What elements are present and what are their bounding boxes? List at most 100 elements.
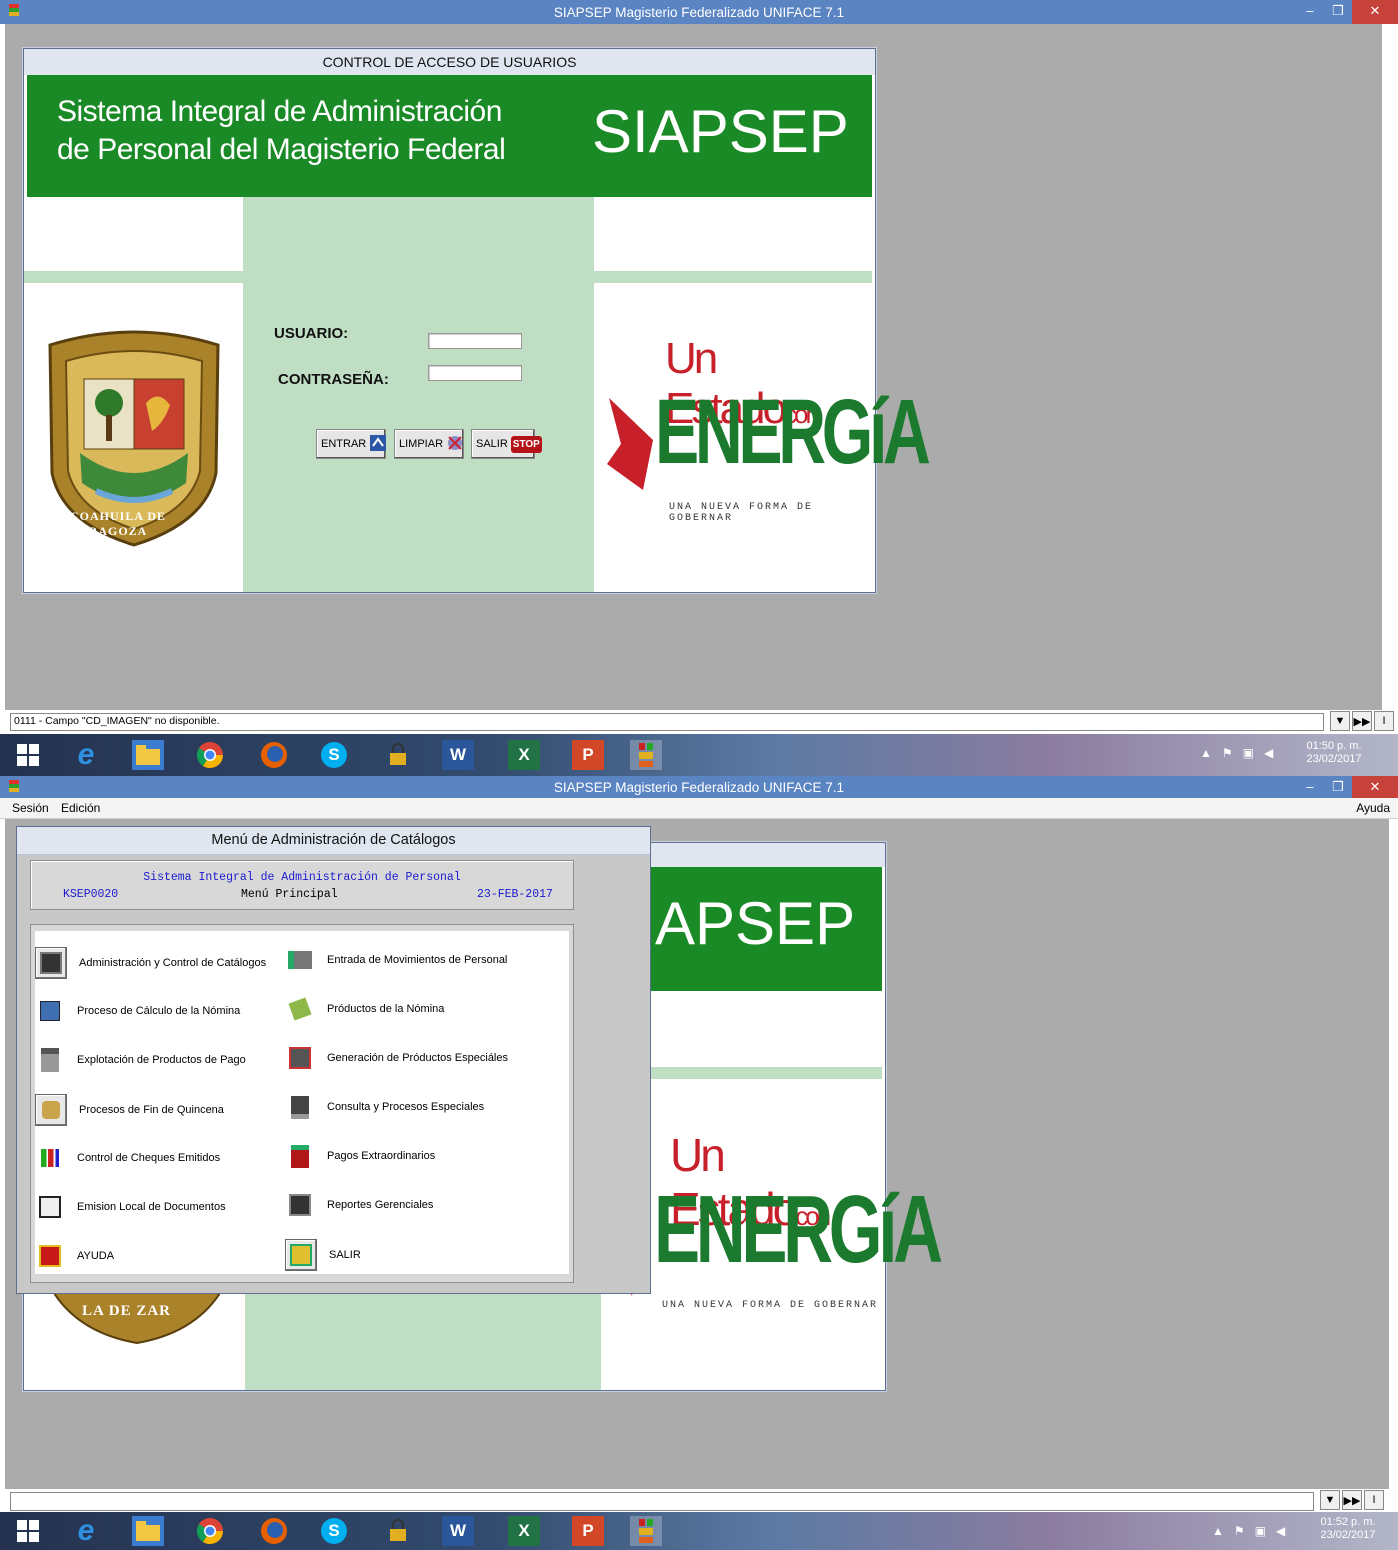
- limpiar-icon: [446, 434, 464, 455]
- menu-item-reportes-gerenciales[interactable]: Reportes Gerenciales: [285, 1190, 433, 1220]
- dialog-header-box: Sistema Integral de Administración de Pe…: [30, 860, 574, 910]
- excel-icon-2[interactable]: X: [508, 1516, 540, 1546]
- close-button[interactable]: ✕: [1352, 0, 1398, 24]
- menu-item-emision-documentos[interactable]: Emision Local de Documentos: [35, 1192, 226, 1222]
- windows-start-icon-2[interactable]: [12, 1516, 44, 1546]
- tray-clock-2[interactable]: 01:52 p. m. 23/02/2017: [1312, 1516, 1384, 1542]
- menu-label-right-3: Consulta y Procesos Especiales: [327, 1101, 485, 1113]
- documents-icon: [35, 1192, 65, 1222]
- catalog-admin-icon: [35, 947, 67, 979]
- internet-explorer-icon[interactable]: e: [70, 738, 102, 771]
- file-explorer-icon[interactable]: [132, 740, 164, 770]
- menu-label-right-6: SALIR: [329, 1249, 361, 1261]
- menu-item-productos-especiales[interactable]: Generación de Próductos Especiáles: [285, 1043, 508, 1073]
- menu-edicion[interactable]: Edición: [61, 801, 100, 815]
- minimize-button-2[interactable]: –: [1296, 776, 1324, 798]
- coahuila-seal: COAHUILA DE ZARAGOZA: [36, 323, 232, 549]
- close-button-2[interactable]: ✕: [1352, 776, 1398, 798]
- window2-titlebar: SIAPSEP Magisterio Federalizado UNIFACE …: [0, 776, 1398, 798]
- salir-button[interactable]: SALIR STOP: [471, 429, 542, 459]
- entrar-label: ENTRAR: [321, 438, 367, 450]
- clock-time: 01:50 p. m.: [1306, 740, 1362, 752]
- status-bar-2: [10, 1492, 1314, 1511]
- minimize-button[interactable]: –: [1296, 0, 1324, 24]
- menu-label-left-5: Emision Local de Documentos: [77, 1201, 226, 1213]
- computer-icon: [285, 1092, 315, 1122]
- windows-start-icon[interactable]: [12, 740, 44, 770]
- excel-icon[interactable]: X: [508, 740, 540, 770]
- bg-seal-fragment: LA DE ZAR: [52, 1292, 222, 1345]
- lock-app-icon[interactable]: [382, 740, 414, 770]
- file-explorer-icon-2[interactable]: [132, 1516, 164, 1546]
- bg-seal-text: LA DE ZAR: [82, 1303, 172, 1319]
- menu-sesion[interactable]: Sesión: [12, 801, 49, 815]
- login-form-title: CONTROL DE ACCESO DE USUARIOS: [24, 49, 875, 75]
- entrar-icon: [369, 434, 387, 455]
- menu-ayuda[interactable]: Ayuda: [1356, 801, 1390, 815]
- menu-item-pagos-extraordinarios[interactable]: Pagos Extraordinarios: [285, 1141, 435, 1171]
- entrar-button[interactable]: ENTRAR: [316, 429, 387, 459]
- menu-item-entrada-movimientos[interactable]: Entrada de Movimientos de Personal: [285, 945, 507, 975]
- powerpoint-icon[interactable]: P: [572, 740, 604, 770]
- menu-item-explotacion-pago[interactable]: Explotación de Productos de Pago: [35, 1045, 246, 1075]
- slogan-red-arrow: [607, 398, 653, 490]
- powerpoint-icon-2[interactable]: P: [572, 1516, 604, 1546]
- menu-label-left-3: Procesos de Fin de Quincena: [79, 1104, 224, 1116]
- fast-forward-button[interactable]: ▶▶: [1352, 711, 1372, 731]
- fast-forward-button-2[interactable]: ▶▶: [1342, 1490, 1362, 1510]
- usuario-input[interactable]: [428, 333, 522, 349]
- menu-item-salir[interactable]: SALIR: [285, 1239, 361, 1271]
- password-input[interactable]: [428, 365, 522, 381]
- bg-slogan-logo: Un Estadocon ENERGíA UNA NUEVA FORMA DE …: [614, 1128, 943, 1328]
- uniface-icon[interactable]: [630, 740, 662, 770]
- banner-line2: de Personal del Magisterio Federal: [57, 133, 506, 166]
- dropdown-button-2[interactable]: ▼: [1320, 1490, 1340, 1510]
- chrome-icon-2[interactable]: [194, 1516, 226, 1546]
- window1-titlebar: SIAPSEP Magisterio Federalizado UNIFACE …: [0, 0, 1398, 24]
- word-icon-2[interactable]: W: [442, 1516, 474, 1546]
- limpiar-button[interactable]: LIMPIAR: [394, 429, 464, 459]
- menu-item-fin-quincena[interactable]: Procesos de Fin de Quincena: [35, 1094, 224, 1126]
- bg-slogan-line3: UNA NUEVA FORMA DE GOBERNAR: [662, 1300, 879, 1311]
- internet-explorer-icon-2[interactable]: e: [70, 1514, 102, 1547]
- menu-item-admin-catalogos[interactable]: Administración y Control de Catálogos: [35, 947, 266, 979]
- dropdown-button[interactable]: ▼: [1330, 711, 1350, 731]
- restore-button-2[interactable]: ❐: [1324, 776, 1352, 798]
- menu-item-productos-nomina[interactable]: Próductos de la Nómina: [285, 994, 444, 1024]
- banner-brand: SIAPSEP: [592, 98, 849, 165]
- tray-icons[interactable]: ▲⚑▣◀: [1200, 746, 1283, 760]
- skype-icon[interactable]: S: [318, 740, 350, 770]
- skype-icon-2[interactable]: S: [318, 1516, 350, 1546]
- firefox-icon-2[interactable]: [258, 1516, 290, 1546]
- password-label: CONTRASEÑA:: [278, 371, 389, 388]
- menu-label-left-6: AYUDA: [77, 1250, 115, 1262]
- menu-item-cheques[interactable]: Control de Cheques Emitidos: [35, 1143, 220, 1173]
- limpiar-label: LIMPIAR: [399, 438, 444, 450]
- word-icon[interactable]: W: [442, 740, 474, 770]
- bg-slogan-line2: ENERGíA: [654, 1176, 943, 1283]
- lock-app-icon-2[interactable]: [382, 1516, 414, 1546]
- clock-date: 23/02/2017: [1306, 753, 1362, 765]
- restore-button[interactable]: ❐: [1324, 0, 1352, 24]
- menu-label-left-1: Proceso de Cálculo de la Nómina: [77, 1005, 241, 1017]
- chrome-icon[interactable]: [194, 740, 226, 770]
- printer-icon: [35, 1045, 65, 1075]
- menu-item-consulta-procesos[interactable]: Consulta y Procesos Especiales: [285, 1092, 484, 1122]
- header-menu: Menú Principal: [241, 888, 338, 901]
- center-panel: [243, 197, 594, 592]
- menu-item-calculo-nomina[interactable]: Proceso de Cálculo de la Nómina: [35, 996, 240, 1026]
- slogan-logo: Un Estadocon ENERGíA UNA NUEVA FORMA DE …: [599, 334, 931, 524]
- firefox-icon[interactable]: [258, 740, 290, 770]
- payments-icon: [285, 1141, 315, 1171]
- login-banner: Sistema Integral de Administración de Pe…: [27, 75, 872, 197]
- calculator-icon: [35, 996, 65, 1026]
- tray-clock[interactable]: 01:50 p. m. 23/02/2017: [1298, 740, 1370, 766]
- menu-item-ayuda[interactable]: AYUDA: [35, 1241, 114, 1271]
- tray-icons-2[interactable]: ▲⚑▣◀: [1212, 1524, 1295, 1538]
- uniface-icon-2[interactable]: [630, 1516, 662, 1546]
- text-cursor-button-2[interactable]: I: [1364, 1490, 1384, 1510]
- login-form-window: CONTROL DE ACCESO DE USUARIOS Sistema In…: [23, 48, 931, 593]
- menu-label-right-1: Próductos de la Nómina: [327, 1003, 445, 1015]
- right-divider-band: [594, 271, 872, 283]
- text-cursor-button[interactable]: I: [1374, 711, 1394, 731]
